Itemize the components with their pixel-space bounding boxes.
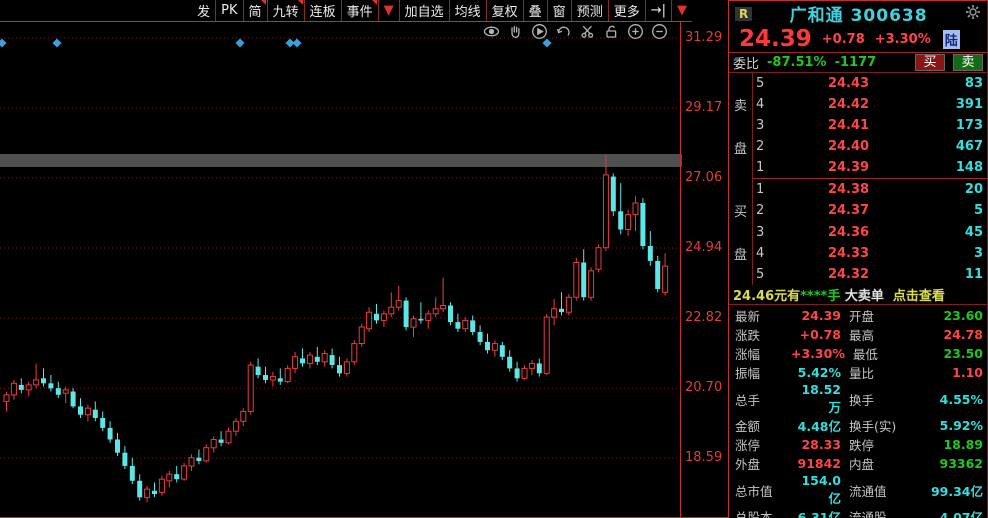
toolbar-item-10[interactable]: 叠 xyxy=(522,0,547,21)
sell-button[interactable]: 卖 xyxy=(953,54,983,71)
big-order-alert[interactable]: 24.46元有 ****手 大卖单 点击查看 xyxy=(729,285,987,305)
big-order-alert-part-3[interactable]: 点击查看 xyxy=(884,285,945,304)
hand-icon[interactable] xyxy=(507,23,524,40)
bid-level-4[interactable]: 4 24.33 3 xyxy=(753,243,987,264)
stat-row-3: 振幅 5.42% 量比 1.10 xyxy=(735,365,983,381)
toolbar-item-7[interactable]: 加自选 xyxy=(398,0,449,21)
ask-levels: 5 24.43 83 4 24.42 391 3 24.41 173 2 24.40 467 1 24.3… xyxy=(753,73,987,179)
price-change-pct: +3.30% xyxy=(874,31,931,47)
toolbar-item-8[interactable]: 均线 xyxy=(448,0,486,21)
gear-icon[interactable] xyxy=(965,4,981,23)
quote-panel: R 广和通 300638 24.39 +0.78 +3.30% 陆 委比 -87… xyxy=(728,0,988,518)
stat-row-6: 涨停 28.33 跌停 18.89 xyxy=(735,437,983,453)
stock-name: 广和通 xyxy=(789,6,844,26)
price-axis: 31.29 29.17 27.06 24.94 22.82 20.70 18.59 xyxy=(682,22,728,518)
price-change: +0.78 xyxy=(821,31,865,47)
chart-toolbar: 发 PK 简九转 连板 事件 ▼ 加自选 均线 复权叠窗预测 更多 →| ▼ xyxy=(0,0,692,22)
stat-row-5: 金额 4.48亿 换手(实) 5.92% xyxy=(735,418,983,434)
toolbar-item-4[interactable]: 连板 xyxy=(303,0,341,21)
stat-row-4: 总手 18.52万 换手 4.55% xyxy=(735,382,983,415)
toolbar-item-15[interactable]: ▼ xyxy=(671,0,692,21)
ask-level-3[interactable]: 3 24.41 173 xyxy=(753,115,987,136)
weibi-label: 委比 xyxy=(733,57,760,72)
big-order-alert-part-2: 大卖单 xyxy=(840,289,884,304)
toolbar-item-6[interactable]: ▼ xyxy=(377,0,399,21)
weibi-diff: -1177 xyxy=(834,55,877,70)
toolbar-item-14[interactable]: →| xyxy=(644,0,671,21)
weibi-row: 委比 -87.51% -1177 买 卖 xyxy=(729,52,987,73)
chart-tool-icons xyxy=(483,23,668,40)
toolbar-item-2[interactable]: 简 xyxy=(242,0,267,21)
toolbar-item-13[interactable]: 更多 xyxy=(607,0,645,21)
sell-side-label: 卖盘 xyxy=(729,73,753,179)
panel-header: R 广和通 300638 xyxy=(729,1,987,26)
last-price: 24.39 xyxy=(739,26,812,52)
stat-row-1: 涨跌 +0.78 最高 24.78 xyxy=(735,327,983,343)
ask-level-2[interactable]: 2 24.40 467 xyxy=(753,136,987,157)
axis-tick-6: 18.59 xyxy=(685,450,723,465)
toolbar-item-5[interactable]: 事件 xyxy=(340,0,378,21)
lock-icon[interactable] xyxy=(603,23,620,40)
bid-level-2[interactable]: 2 24.37 5 xyxy=(753,200,987,221)
candlestick-chart[interactable] xyxy=(0,22,682,517)
axis-tick-0: 31.29 xyxy=(685,30,723,45)
bid-level-1[interactable]: 1 24.38 20 xyxy=(753,179,987,200)
zoom-in-icon[interactable] xyxy=(627,23,644,40)
quote-stats: 最新 24.39 开盘 23.60 涨跌 +0.78 最高 24.78 涨幅 +3.30% 最低 23… xyxy=(729,305,987,518)
axis-tick-2: 27.06 xyxy=(685,170,723,185)
toolbar-item-0[interactable]: 发 xyxy=(192,0,215,21)
bid-level-5[interactable]: 5 24.32 11 xyxy=(753,264,987,285)
big-order-alert-part-0: 24.46元有 xyxy=(733,289,801,304)
bid-levels: 1 24.38 20 2 24.37 5 3 24.36 45 4 24.33 3 5 24.32 11 xyxy=(753,179,987,285)
toolbar-item-9[interactable]: 复权 xyxy=(485,0,523,21)
toolbar-item-11[interactable]: 窗 xyxy=(546,0,571,21)
axis-tick-5: 20.70 xyxy=(685,380,723,395)
scissors-icon[interactable] xyxy=(579,23,596,40)
stock-title: 广和通 300638 xyxy=(752,1,965,26)
stat-row-9: 总股本 6.31亿 流通股 4.07亿 xyxy=(735,510,983,518)
eye-icon[interactable] xyxy=(483,23,500,40)
weibi-value: -87.51% xyxy=(767,55,827,70)
ask-level-5[interactable]: 5 24.43 83 xyxy=(753,73,987,94)
toolbar-item-12[interactable]: 预测 xyxy=(570,0,608,21)
zoom-out-icon[interactable] xyxy=(651,23,668,40)
rong-badge: R xyxy=(735,6,753,21)
play-icon[interactable] xyxy=(531,23,548,40)
bid-level-3[interactable]: 3 24.36 45 xyxy=(753,221,987,242)
stat-row-7: 外盘 91842 内盘 93362 xyxy=(735,456,983,472)
ask-level-1[interactable]: 1 24.39 148 xyxy=(753,157,987,178)
big-order-alert-part-1: ****手 xyxy=(800,289,841,304)
kline-chart[interactable] xyxy=(0,22,682,518)
undo-icon[interactable] xyxy=(555,23,572,40)
stock-trading-terminal: 发 PK 简九转 连板 事件 ▼ 加自选 均线 复权叠窗预测 更多 →| ▼ 31.29 29.17 27… xyxy=(0,0,988,518)
toolbar-item-1[interactable]: PK xyxy=(215,0,242,21)
stat-row-0: 最新 24.39 开盘 23.60 xyxy=(735,308,983,324)
toolbar-item-3[interactable]: 九转 xyxy=(266,0,304,21)
axis-tick-1: 29.17 xyxy=(685,100,723,115)
lugutong-badge: 陆 xyxy=(942,29,960,49)
order-book: 卖盘 5 24.43 83 4 24.42 391 3 24.41 173 2 24.40 467 1 2… xyxy=(729,73,987,285)
axis-tick-3: 24.94 xyxy=(685,240,723,255)
buy-side-label: 买盘 xyxy=(729,179,753,285)
buy-button[interactable]: 买 xyxy=(915,54,945,71)
stat-row-8: 总市值 154.0亿 流通值 99.34亿 xyxy=(735,473,983,506)
stat-row-2: 涨幅 +3.30% 最低 23.50 xyxy=(735,346,983,362)
axis-tick-4: 22.82 xyxy=(685,310,723,325)
price-row: 24.39 +0.78 +3.30% 陆 xyxy=(729,26,987,52)
ask-level-4[interactable]: 4 24.42 391 xyxy=(753,94,987,115)
stock-code: 300638 xyxy=(850,6,928,26)
